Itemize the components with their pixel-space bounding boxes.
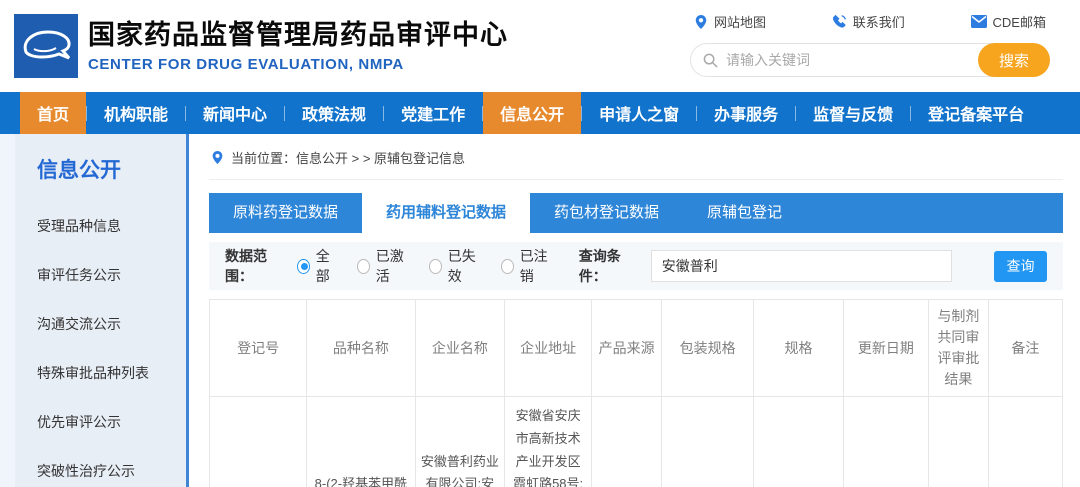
brand-block: 国家药品监督管理局药品审评中心 CENTER FOR DRUG EVALUATI… [88, 19, 508, 74]
phone-icon [832, 14, 847, 29]
cell-origin: 国产 [592, 397, 662, 487]
tab-excipient-registration[interactable]: 药用辅料登记数据 [362, 193, 530, 240]
sitemap-link[interactable]: 网站地图 [694, 12, 766, 31]
sidebar-item-review-tasks[interactable]: 审评任务公示 [37, 265, 186, 285]
site-title: 国家药品监督管理局药品审评中心 [88, 19, 508, 53]
col-product-name: 品种名称 [307, 300, 415, 397]
table-header-row: 登记号 品种名称 企业名称 企业地址 产品来源 包装规格 规格 更新日期 与制剂… [210, 300, 1063, 397]
col-company-address: 企业地址 [505, 300, 592, 397]
nav-item-functions[interactable]: 机构职能 [87, 92, 185, 134]
cell-joint-review-result: I [929, 397, 989, 487]
cell-spec: 药用辅料 [754, 397, 844, 487]
tab-packaging-registration[interactable]: 药包材登记数据 [530, 193, 683, 233]
cell-product-name: 8-(2-羟基苯甲酰胺基)辛酸钠 [307, 397, 415, 487]
header-right: 网站地图 联系我们 CDE邮箱 [690, 12, 1050, 77]
contact-link[interactable]: 联系我们 [832, 12, 905, 31]
sidebar-item-special-approval[interactable]: 特殊审批品种列表 [37, 363, 186, 383]
nav-item-supervision[interactable]: 监督与反馈 [796, 92, 910, 134]
radio-activated-circle-icon [357, 259, 370, 274]
radio-all-circle-icon [297, 259, 310, 274]
nav-item-services[interactable]: 办事服务 [697, 92, 795, 134]
location-pin-icon [694, 14, 708, 30]
radio-expired-label: 已失效 [448, 246, 483, 286]
page-body: 信息公开 受理品种信息 审评任务公示 沟通交流公示 特殊审批品种列表 优先审评公… [0, 134, 1080, 487]
registration-table: 登记号 品种名称 企业名称 企业地址 产品来源 包装规格 规格 更新日期 与制剂… [209, 299, 1063, 487]
radio-all[interactable]: 全部 [297, 246, 339, 286]
tab-strip: 原料药登记数据 药用辅料登记数据 药包材登记数据 原辅包登记 [209, 193, 1063, 233]
cell-company-address: 安徽省安庆市高新技术产业开发区霞虹路58号;安徽省安庆市高新技术产业开发区霞虹路… [505, 397, 592, 487]
scope-label: 数据范围： [225, 246, 285, 286]
sidebar-title: 信息公开 [37, 154, 186, 184]
nav-item-registration-platform[interactable]: 登记备案平台 [911, 92, 1041, 134]
radio-expired[interactable]: 已失效 [429, 246, 483, 286]
nav-item-info-disclosure[interactable]: 信息公开 [483, 92, 581, 134]
radio-activated-label: 已激活 [376, 246, 411, 286]
cell-registration-no: F20240000398 [210, 397, 307, 487]
cde-mail-link-label: CDE邮箱 [993, 12, 1046, 31]
sidebar: 信息公开 受理品种信息 审评任务公示 沟通交流公示 特殊审批品种列表 优先审评公… [15, 134, 186, 487]
query-label: 查询条件： [579, 246, 639, 286]
contact-link-label: 联系我们 [853, 12, 905, 31]
search-row: 搜索 [690, 43, 1050, 77]
radio-all-label: 全部 [316, 246, 339, 286]
sitemap-link-label: 网站地图 [714, 12, 766, 31]
sidebar-item-breakthrough-therapy[interactable]: 突破性治疗公示 [37, 461, 186, 481]
radio-activated[interactable]: 已激活 [357, 246, 411, 286]
cell-remarks [988, 397, 1062, 487]
col-registration-no: 登记号 [210, 300, 307, 397]
sidebar-item-accepted-products[interactable]: 受理品种信息 [37, 216, 186, 236]
mail-icon [971, 15, 987, 28]
nav-item-policies[interactable]: 政策法规 [285, 92, 383, 134]
radio-cancelled[interactable]: 已注销 [501, 246, 555, 286]
breadcrumb-pin-icon [211, 150, 224, 165]
col-joint-review-result: 与制剂共同审评审批结果 [929, 300, 989, 397]
col-spec: 规格 [754, 300, 844, 397]
search-icon [703, 53, 718, 68]
cell-update-date: 2024-08-06 [843, 397, 928, 487]
table-row[interactable]: F20240000398 8-(2-羟基苯甲酰胺基)辛酸钠 安徽普利药业有限公司… [210, 397, 1063, 487]
main-content: 当前位置：信息公开 > > 原辅包登记信息 原料药登记数据 药用辅料登记数据 药… [189, 134, 1080, 487]
search-input[interactable] [726, 52, 1001, 68]
nav-item-home[interactable]: 首页 [20, 92, 86, 134]
cell-company-name: 安徽普利药业有限公司;安徽普利药业有限公司 [415, 397, 505, 487]
site-subtitle: CENTER FOR DRUG EVALUATION, NMPA [88, 56, 508, 73]
tab-raw-aux-pack[interactable]: 原辅包登记 [683, 193, 806, 233]
filter-bar: 数据范围： 全部 已激活 已失效 已注销 查询条件： 查询 [209, 242, 1063, 290]
tab-api-registration[interactable]: 原料药登记数据 [209, 193, 362, 233]
nav-item-applicant[interactable]: 申请人之窗 [582, 92, 696, 134]
col-package-spec: 包装规格 [662, 300, 754, 397]
radio-cancelled-label: 已注销 [520, 246, 555, 286]
main-nav: 首页 机构职能 新闻中心 政策法规 党建工作 信息公开 申请人之窗 办事服务 监… [0, 92, 1080, 134]
col-remarks: 备注 [988, 300, 1062, 397]
sidebar-item-priority-review[interactable]: 优先审评公示 [37, 412, 186, 432]
col-origin: 产品来源 [592, 300, 662, 397]
site-header: 国家药品监督管理局药品审评中心 CENTER FOR DRUG EVALUATI… [0, 0, 1080, 92]
nav-item-news[interactable]: 新闻中心 [186, 92, 284, 134]
search-button[interactable]: 搜索 [978, 43, 1050, 77]
quick-links: 网站地图 联系我们 CDE邮箱 [690, 12, 1050, 31]
breadcrumb: 当前位置：信息公开 > > 原辅包登记信息 [209, 134, 1063, 180]
cde-logo-swoosh-icon [14, 14, 78, 78]
cde-mail-link[interactable]: CDE邮箱 [971, 12, 1046, 31]
query-input[interactable] [651, 250, 952, 282]
search-box[interactable] [690, 43, 1014, 77]
cell-package-spec: 25kg/袋/桶 [662, 397, 754, 487]
radio-expired-circle-icon [429, 259, 442, 274]
col-update-date: 更新日期 [843, 300, 928, 397]
sidebar-item-communication[interactable]: 沟通交流公示 [37, 314, 186, 334]
breadcrumb-text: 当前位置：信息公开 > > 原辅包登记信息 [231, 148, 465, 167]
col-company-name: 企业名称 [415, 300, 505, 397]
cde-logo [14, 14, 78, 78]
left-gutter [0, 134, 15, 487]
radio-cancelled-circle-icon [501, 259, 514, 274]
nav-item-party[interactable]: 党建工作 [384, 92, 482, 134]
query-button[interactable]: 查询 [994, 251, 1047, 282]
